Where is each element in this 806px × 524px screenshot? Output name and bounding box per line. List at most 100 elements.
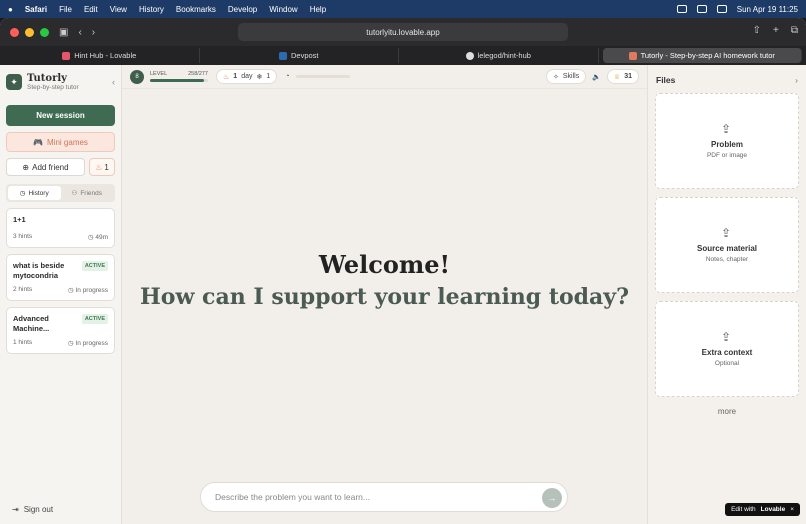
level-bar xyxy=(150,79,208,82)
tutorly-app: ✦ Tutorly Step-by-step tutor ‹ New sessi… xyxy=(0,65,806,524)
session-card[interactable]: 1+1 3 hints ◷ 49m xyxy=(6,208,115,248)
tab-overview-icon[interactable]: ⧉ xyxy=(791,25,798,36)
session-meta: 1 hints ◷ In progress xyxy=(13,339,108,347)
trophy-pill[interactable]: ♕ 31 xyxy=(606,69,639,84)
add-user-icon: ⊕ xyxy=(22,162,30,172)
menu-edit[interactable]: Edit xyxy=(84,5,98,14)
tab-github[interactable]: lelegod/hint-hub xyxy=(399,48,599,63)
toolbar-actions: ⇧ + ⧉ xyxy=(753,25,798,36)
upload-extra-context[interactable]: ⇪ Extra context Optional xyxy=(655,301,799,397)
close-window-button[interactable] xyxy=(10,27,19,37)
upload-desc: Optional xyxy=(714,360,740,367)
status-badge: ACTIVE xyxy=(81,314,108,324)
window-controls xyxy=(10,27,49,37)
timer-icon[interactable]: ◔ xyxy=(285,73,289,80)
session-meta: 2 hints ◷ In progress xyxy=(13,286,108,294)
session-meta: 3 hints ◷ 49m xyxy=(13,233,108,241)
more-link[interactable]: more xyxy=(648,407,806,416)
flame-icon: ♨ xyxy=(95,162,103,172)
sidebar-toggle-icon[interactable]: ▣ xyxy=(59,27,68,38)
share-icon[interactable]: ⇧ xyxy=(753,25,761,36)
favicon-icon xyxy=(278,51,287,60)
skills-button[interactable]: ✧ Skills xyxy=(545,69,587,84)
tab-label: lelegod/hint-hub xyxy=(477,51,531,60)
level-bar-fill xyxy=(150,79,204,82)
level-number[interactable]: 8 xyxy=(130,69,144,84)
session-status: ◷ In progress xyxy=(67,287,108,294)
menu-history[interactable]: History xyxy=(139,5,164,14)
favicon-icon xyxy=(465,51,474,60)
chevron-right-icon[interactable]: › xyxy=(795,75,798,85)
close-icon[interactable]: × xyxy=(790,506,794,513)
gamepad-icon: 🎮 xyxy=(33,137,44,147)
back-icon[interactable]: ‹ xyxy=(78,27,81,38)
sound-icon[interactable]: 🔈 xyxy=(592,73,601,81)
mini-games-label: Mini games xyxy=(47,137,88,147)
upload-name: Source material xyxy=(696,244,758,253)
upload-source-material[interactable]: ⇪ Source material Notes, chapter xyxy=(655,197,799,293)
tab-label: Hint Hub - Lovable xyxy=(74,51,137,60)
session-title-row: 1+1 xyxy=(13,215,108,225)
session-hints: 1 hints xyxy=(13,339,33,346)
menu-help[interactable]: Help xyxy=(310,5,326,14)
streak-pill[interactable]: ♨ 1 day ❄ 1 xyxy=(216,69,278,84)
add-friend-label: Add friend xyxy=(32,162,69,172)
menu-file[interactable]: File xyxy=(59,5,72,14)
tab-tutorly[interactable]: Tutorly - Step-by-step AI homework tutor xyxy=(602,48,802,63)
session-card[interactable]: what is beside mytocondria ACTIVE 2 hint… xyxy=(6,254,115,301)
input-placeholder: Describe the problem you want to learn..… xyxy=(215,492,370,502)
wifi-icon[interactable] xyxy=(676,5,687,13)
upload-problem[interactable]: ⇪ Problem PDF or image xyxy=(655,93,799,189)
menubar-clock[interactable]: Sun Apr 19 11:25 xyxy=(737,5,798,14)
new-tab-icon[interactable]: + xyxy=(773,25,779,36)
add-friend-button[interactable]: ⊕ Add friend xyxy=(6,158,85,176)
menu-window[interactable]: Window xyxy=(269,5,297,14)
brand-row: ✦ Tutorly Step-by-step tutor ‹ xyxy=(0,65,121,99)
level-label: LEVEL xyxy=(150,71,168,77)
session-card[interactable]: Advanced Machine... ACTIVE 1 hints ◷ In … xyxy=(6,307,115,354)
tab-label: Tutorly - Step-by-step AI homework tutor xyxy=(640,51,775,60)
freeze-count: 1 xyxy=(266,73,271,80)
tab-hint-hub[interactable]: Hint Hub - Lovable xyxy=(0,48,200,63)
address-bar[interactable]: tutorlyitu.lovable.app xyxy=(238,23,568,41)
zoom-window-button[interactable] xyxy=(40,27,49,37)
trophy-count: 31 xyxy=(624,73,632,80)
topbar-right: ✧ Skills 🔈 ♕ 31 xyxy=(538,69,639,84)
menu-develop[interactable]: Develop xyxy=(228,5,257,14)
battery-icon[interactable] xyxy=(696,5,707,13)
session-title-row: Advanced Machine... ACTIVE xyxy=(13,314,108,334)
flame-icon: ♨ xyxy=(223,73,230,81)
level-progress: LEVEL 258/277 xyxy=(150,71,208,82)
upload-icon: ⇪ xyxy=(721,226,732,240)
upload-desc: Notes, chapter xyxy=(705,256,749,263)
freeze-icon: ❄ xyxy=(256,73,263,81)
main-panel: 8 LEVEL 258/277 ♨ 1 day ❄ 1 ◔ ✧ Skills 🔈… xyxy=(122,65,647,524)
new-session-button[interactable]: New session xyxy=(6,105,115,126)
control-center-icon[interactable] xyxy=(716,5,727,13)
minimize-window-button[interactable] xyxy=(25,27,34,37)
upload-icon: ⇪ xyxy=(721,330,732,344)
session-status: ◷ 49m xyxy=(87,234,108,241)
menu-app-name[interactable]: Safari xyxy=(25,5,47,14)
tab-history[interactable]: ◷ History xyxy=(8,186,61,200)
send-button[interactable]: → xyxy=(542,488,562,508)
apple-icon[interactable]: ● xyxy=(8,5,13,14)
menu-bookmarks[interactable]: Bookmarks xyxy=(176,5,216,14)
menu-view[interactable]: View xyxy=(110,5,127,14)
brand: Tutorly Step-by-step tutor xyxy=(27,73,79,91)
edit-with-lovable-badge[interactable]: Edit with Lovable × xyxy=(725,503,800,516)
tab-devpost[interactable]: Devpost xyxy=(200,48,399,63)
mini-games-button[interactable]: 🎮 Mini games xyxy=(6,132,115,152)
tutorly-logo-icon: ✦ xyxy=(6,74,22,90)
brand-tagline: Step-by-step tutor xyxy=(27,84,79,91)
forward-icon[interactable]: › xyxy=(92,27,95,38)
problem-input[interactable]: Describe the problem you want to learn..… xyxy=(200,482,568,512)
sign-out-button[interactable]: ⇥ Sign out xyxy=(12,505,53,514)
collapse-sidebar-icon[interactable]: ‹ xyxy=(112,77,115,87)
users-icon: ⚇ xyxy=(71,190,78,197)
brand-name: Tutorly xyxy=(27,73,67,84)
welcome-title: Welcome! xyxy=(318,250,451,279)
upload-name: Extra context xyxy=(701,348,753,357)
tab-friends[interactable]: ⚇ Friends xyxy=(61,186,114,200)
streak-badge[interactable]: ♨ 1 xyxy=(89,158,115,176)
